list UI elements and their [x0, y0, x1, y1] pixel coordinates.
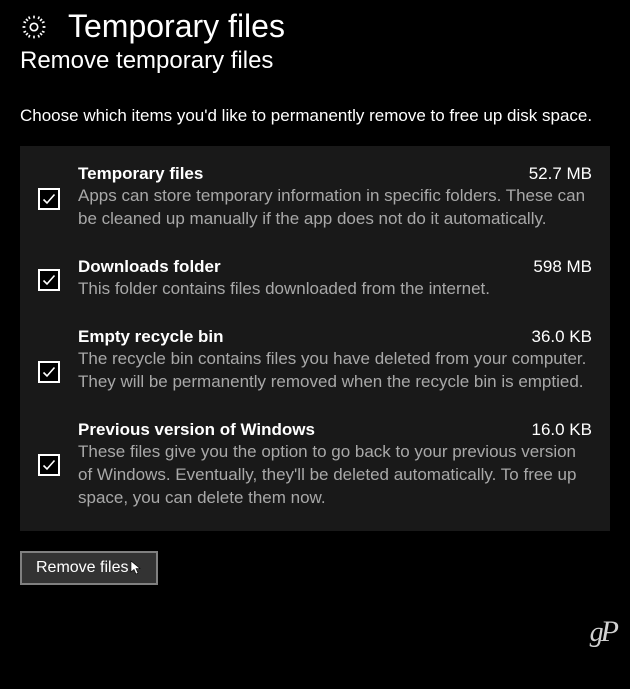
remove-files-label: Remove files	[36, 559, 128, 577]
button-row: Remove files	[20, 551, 610, 585]
item-title: Previous version of Windows	[78, 420, 315, 440]
item-desc: The recycle bin contains files you have …	[78, 348, 592, 394]
item-body: Downloads folder 598 MB This folder cont…	[78, 257, 592, 301]
item-head: Previous version of Windows 16.0 KB	[78, 420, 592, 440]
item-desc: Apps can store temporary information in …	[78, 185, 592, 231]
remove-files-button[interactable]: Remove files	[20, 551, 158, 585]
item-size: 16.0 KB	[532, 420, 593, 440]
item-body: Previous version of Windows 16.0 KB Thes…	[78, 420, 592, 510]
cursor-icon	[130, 560, 142, 576]
item-title: Downloads folder	[78, 257, 221, 277]
item-size: 52.7 MB	[529, 164, 592, 184]
item-head: Empty recycle bin 36.0 KB	[78, 327, 592, 347]
gear-icon	[20, 13, 48, 41]
item-head: Temporary files 52.7 MB	[78, 164, 592, 184]
item-previous-windows: Previous version of Windows 16.0 KB Thes…	[38, 420, 592, 510]
item-downloads-folder: Downloads folder 598 MB This folder cont…	[38, 257, 592, 301]
check-icon	[41, 364, 57, 380]
instruction-text: Choose which items you'd like to permane…	[20, 105, 610, 128]
watermark: gP	[590, 615, 616, 649]
item-temporary-files: Temporary files 52.7 MB Apps can store t…	[38, 164, 592, 231]
item-body: Empty recycle bin 36.0 KB The recycle bi…	[78, 327, 592, 394]
items-panel: Temporary files 52.7 MB Apps can store t…	[20, 146, 610, 532]
page-header: Temporary files	[20, 8, 610, 45]
item-size: 598 MB	[533, 257, 592, 277]
check-icon	[41, 191, 57, 207]
checkbox-temporary-files[interactable]	[38, 188, 60, 210]
page-title: Temporary files	[68, 8, 285, 45]
checkbox-downloads-folder[interactable]	[38, 269, 60, 291]
item-desc: These files give you the option to go ba…	[78, 441, 592, 510]
item-title: Temporary files	[78, 164, 203, 184]
checkbox-previous-windows[interactable]	[38, 454, 60, 476]
item-size: 36.0 KB	[532, 327, 593, 347]
item-head: Downloads folder 598 MB	[78, 257, 592, 277]
check-icon	[41, 272, 57, 288]
checkbox-recycle-bin[interactable]	[38, 361, 60, 383]
page-subtitle: Remove temporary files	[20, 47, 610, 75]
item-desc: This folder contains files downloaded fr…	[78, 278, 592, 301]
item-title: Empty recycle bin	[78, 327, 224, 347]
item-recycle-bin: Empty recycle bin 36.0 KB The recycle bi…	[38, 327, 592, 394]
item-body: Temporary files 52.7 MB Apps can store t…	[78, 164, 592, 231]
check-icon	[41, 457, 57, 473]
